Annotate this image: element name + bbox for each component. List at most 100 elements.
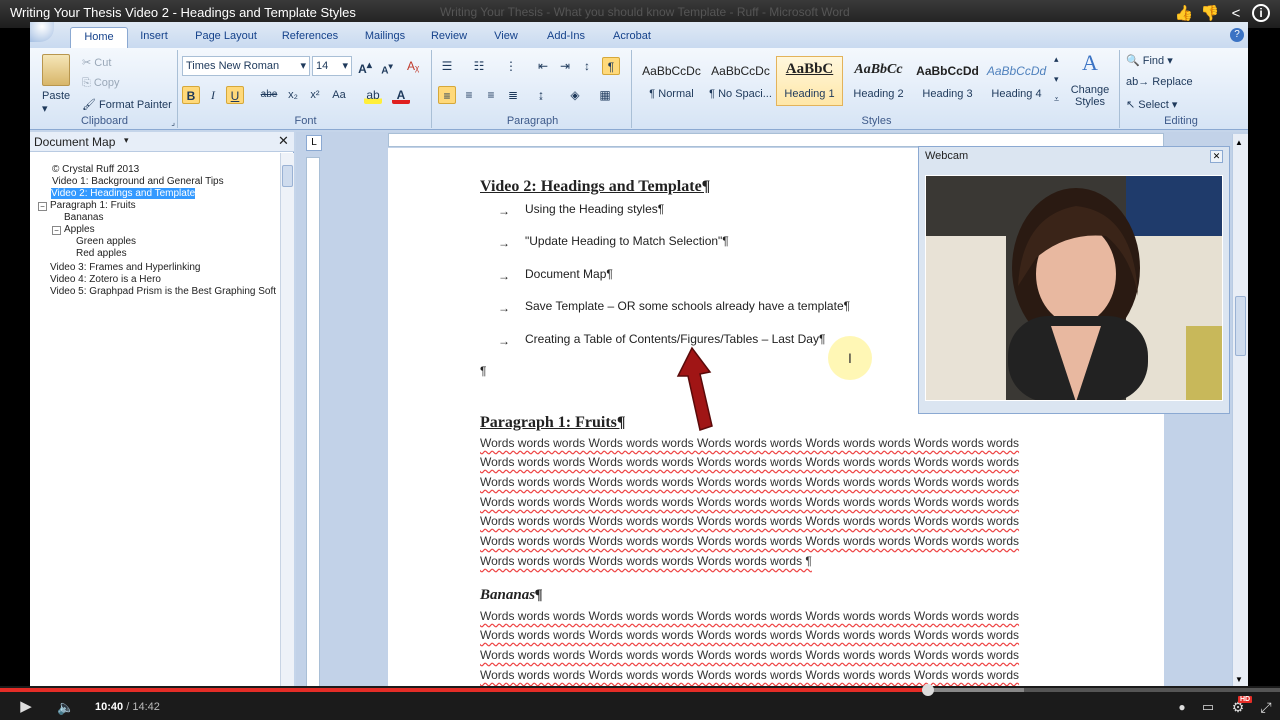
clear-formatting-icon[interactable]: Aᵪ	[404, 57, 422, 75]
tab-references[interactable]: References	[274, 27, 346, 48]
line-spacing-icon[interactable]: ↨	[532, 86, 550, 104]
heading-paragraph1[interactable]: Paragraph 1: Fruits¶	[480, 414, 626, 432]
font-family-select[interactable]: Times New Roman ▾	[182, 56, 310, 76]
body-text-line[interactable]: Words words words Words words words Word…	[480, 495, 1019, 509]
select-button[interactable]: ↖ Select ▾	[1126, 98, 1177, 111]
style-heading-2[interactable]: AaBbCc Heading 2	[845, 56, 912, 106]
tab-selector-icon[interactable]: L	[306, 135, 322, 151]
align-left-icon[interactable]: ≡	[438, 86, 456, 104]
volume-icon[interactable]: 🔈	[56, 697, 76, 717]
change-case-button[interactable]: Aa	[330, 86, 348, 104]
align-center-icon[interactable]: ≡	[460, 86, 478, 104]
help-icon[interactable]: ?	[1230, 28, 1244, 42]
subscript-button[interactable]: x₂	[284, 86, 302, 104]
superscript-button[interactable]: x²	[306, 86, 324, 104]
bullet-item[interactable]: Creating a Table of Contents/Figures/Tab…	[525, 332, 825, 346]
docmap-item-video1[interactable]: Video 1: Background and General Tips	[52, 176, 224, 187]
docmap-item-green-apples[interactable]: Green apples	[76, 236, 136, 247]
body-text-line[interactable]: Words words words Words words words Word…	[480, 455, 1019, 469]
paste-icon[interactable]	[42, 54, 70, 86]
thumbs-up-icon[interactable]: 👍	[1174, 4, 1194, 24]
font-color-icon[interactable]: A	[392, 86, 410, 104]
clipboard-launcher-icon[interactable]: ⌟	[171, 118, 175, 127]
webcam-close-icon[interactable]: ✕	[1210, 150, 1223, 163]
watch-later-icon[interactable]: ●	[1172, 697, 1192, 717]
tab-review[interactable]: Review	[424, 27, 474, 48]
progress-bar[interactable]	[0, 684, 1280, 696]
play-icon[interactable]: ▶	[16, 697, 36, 717]
info-icon[interactable]: i	[1252, 4, 1270, 22]
office-button[interactable]	[30, 22, 54, 42]
scroll-up-icon[interactable]: ▲	[1235, 138, 1243, 147]
style-no-spacing[interactable]: AaBbCcDc ¶ No Spaci...	[707, 56, 774, 106]
bullet-item[interactable]: Using the Heading styles¶	[525, 202, 664, 216]
bullet-item[interactable]: "Update Heading to Match Selection"¶	[525, 234, 729, 248]
tab-acrobat[interactable]: Acrobat	[604, 27, 660, 48]
paste-dropdown-icon[interactable]: ▾	[42, 102, 48, 115]
captions-icon[interactable]: ▭	[1198, 697, 1218, 717]
find-button[interactable]: 🔍 Find ▾	[1126, 54, 1173, 67]
borders-icon[interactable]: ▦	[596, 86, 614, 104]
italic-button[interactable]: I	[204, 86, 222, 104]
format-painter-button[interactable]: 🖌 Format Painter	[82, 98, 172, 111]
body-text-line[interactable]: Words words words Words words words Word…	[480, 609, 1019, 623]
body-text-line[interactable]: Words words words Words words words Word…	[480, 668, 1019, 682]
scroll-down-icon[interactable]: ▼	[1235, 675, 1243, 684]
multilevel-list-icon[interactable]: ⋮	[502, 57, 520, 75]
body-text-line[interactable]: Words words words Words words words Word…	[480, 436, 1019, 450]
body-text-line[interactable]: Words words words Words words words Word…	[480, 628, 1019, 642]
docmap-item-paragraph1[interactable]: Paragraph 1: Fruits	[50, 200, 136, 211]
font-size-select[interactable]: 14 ▾	[312, 56, 352, 76]
change-styles-button[interactable]: Change Styles	[1066, 84, 1114, 108]
style-heading-1[interactable]: AaBbC Heading 1	[776, 56, 843, 106]
body-text-line[interactable]: Words words words Words words words Word…	[480, 475, 1019, 489]
document-map-scrollbar[interactable]	[280, 153, 294, 690]
justify-icon[interactable]: ≣	[504, 86, 522, 104]
video-title[interactable]: Writing Your Thesis Video 2 - Headings a…	[10, 5, 356, 20]
align-right-icon[interactable]: ≡	[482, 86, 500, 104]
decrease-indent-icon[interactable]: ⇤	[534, 57, 552, 75]
tab-view[interactable]: View	[484, 27, 528, 48]
highlight-icon[interactable]: ab	[364, 86, 382, 104]
docmap-item-video3[interactable]: Video 3: Frames and Hyperlinking	[50, 262, 200, 273]
tab-home[interactable]: Home	[70, 27, 128, 48]
bullet-item[interactable]: Save Template – OR some schools already …	[525, 299, 850, 313]
numbering-icon[interactable]: ☷	[470, 57, 488, 75]
docmap-item-apples[interactable]: Apples	[64, 224, 95, 235]
share-icon[interactable]: <	[1226, 4, 1246, 24]
shrink-font-icon[interactable]: A▾	[378, 57, 396, 76]
docmap-item-copyright[interactable]: © Crystal Ruff 2013	[52, 164, 139, 175]
horizontal-ruler[interactable]	[388, 133, 1164, 147]
scroll-thumb[interactable]	[1235, 296, 1246, 356]
replace-button[interactable]: ab→ Replace	[1126, 76, 1193, 88]
webcam-window[interactable]: Webcam ✕	[918, 146, 1230, 414]
document-map-close-icon[interactable]: ✕	[278, 133, 289, 149]
change-styles-icon[interactable]: A	[1076, 52, 1104, 80]
heading-bananas[interactable]: Bananas¶	[480, 587, 543, 604]
style-heading-4[interactable]: AaBbCcDd Heading 4	[983, 56, 1050, 106]
strikethrough-button[interactable]: abe	[260, 86, 278, 104]
document-map-dropdown-icon[interactable]: ▾	[124, 135, 129, 146]
bold-button[interactable]: B	[182, 86, 200, 104]
tab-insert[interactable]: Insert	[130, 27, 178, 48]
style-normal[interactable]: AaBbCcDc ¶ Normal	[638, 56, 705, 106]
grow-font-icon[interactable]: A▴	[356, 57, 374, 76]
styles-more-icon[interactable]: ⩡	[1054, 94, 1059, 105]
style-heading-3[interactable]: AaBbCcDd Heading 3	[914, 56, 981, 106]
vertical-scrollbar[interactable]: ▲ ▼	[1232, 134, 1248, 688]
docmap-item-video2[interactable]: Video 2: Headings and Template	[51, 188, 196, 199]
bullets-icon[interactable]: ☰	[438, 57, 456, 75]
show-formatting-marks-icon[interactable]: ¶	[602, 57, 620, 75]
body-text-line[interactable]: Words words words Words words words Word…	[480, 648, 1019, 662]
vertical-ruler[interactable]	[306, 157, 320, 690]
docmap-item-video5[interactable]: Video 5: Graphpad Prism is the Best Grap…	[50, 286, 278, 297]
document-map-scroll-thumb[interactable]	[282, 165, 293, 187]
fullscreen-icon[interactable]: ⤢	[1256, 697, 1276, 717]
body-text-line[interactable]: Words words words Words words words Word…	[480, 534, 1019, 548]
collapse-icon[interactable]: −	[52, 226, 61, 235]
body-text-line[interactable]: Words words words Words words words Word…	[480, 554, 812, 568]
underline-button[interactable]: U	[226, 86, 244, 104]
shading-icon[interactable]: ◈	[566, 86, 584, 104]
paste-button[interactable]: Paste	[42, 90, 70, 102]
styles-scroll-up-icon[interactable]: ▴	[1054, 54, 1059, 65]
